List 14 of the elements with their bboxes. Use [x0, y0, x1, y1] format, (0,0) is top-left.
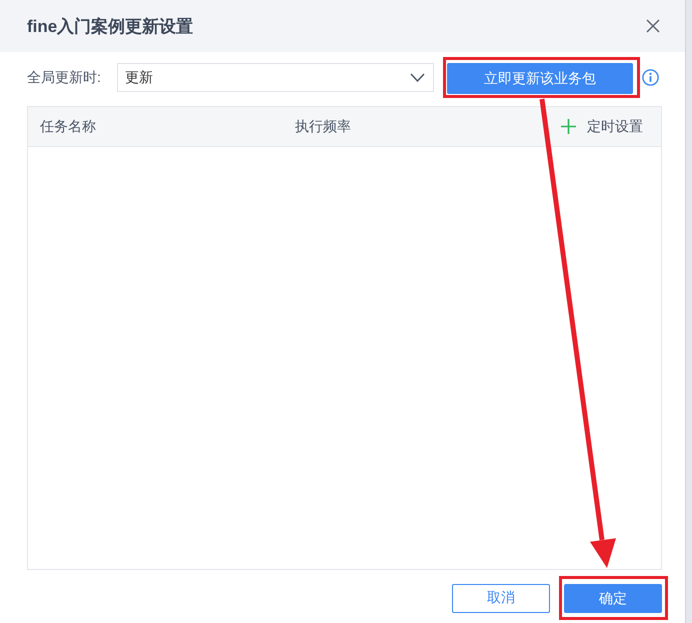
field-label: 全局更新时: — [27, 68, 102, 86]
column-header: 执行频率 — [295, 118, 352, 136]
cancel-button[interactable]: 取消 — [452, 584, 550, 612]
column-header: 任务名称 — [40, 118, 97, 136]
dialog-title: fine入门案例更新设置 — [27, 16, 194, 38]
plus-icon — [561, 119, 576, 134]
update-now-button[interactable]: 立即更新该业务包 — [447, 63, 633, 94]
info-icon[interactable] — [642, 69, 659, 86]
add-schedule-button[interactable]: 定时设置 — [561, 118, 643, 136]
update-select[interactable]: 更新 — [117, 63, 434, 92]
close-icon — [645, 18, 661, 34]
close-button[interactable] — [645, 18, 661, 34]
confirm-button[interactable]: 确定 — [564, 584, 662, 613]
chevron-down-icon — [410, 73, 425, 82]
